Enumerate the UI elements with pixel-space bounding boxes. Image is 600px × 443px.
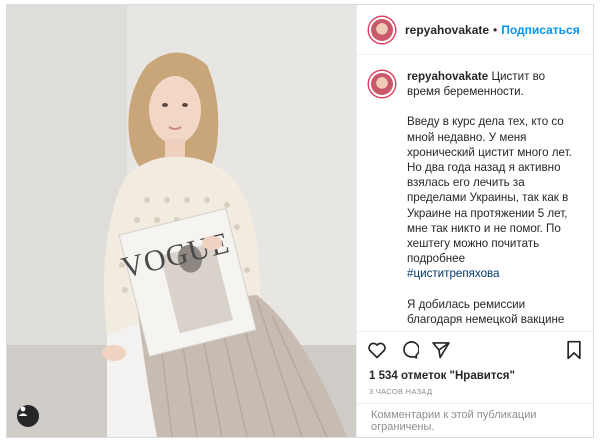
- caption-area: repyahovakate Цистит во время беременнос…: [357, 55, 593, 331]
- caption-paragraph-1: Введу в курс дела тех, кто со мной недав…: [407, 115, 572, 266]
- caption-row: repyahovakate Цистит во время беременнос…: [369, 69, 581, 331]
- comment-icon[interactable]: [399, 340, 419, 360]
- caption-avatar[interactable]: [369, 71, 395, 97]
- username-link[interactable]: repyahovakate: [405, 23, 489, 37]
- caption-username[interactable]: repyahovakate: [407, 70, 488, 83]
- post-header: repyahovakate • Подписаться: [357, 5, 593, 55]
- heart-icon[interactable]: [367, 340, 387, 360]
- comments-disabled-notice: Комментарии к этой публикации ограничены…: [357, 403, 593, 437]
- follow-button[interactable]: Подписаться: [501, 23, 579, 37]
- caption-paragraph-2: Я добилась ремиссии благодаря немецкой в…: [407, 297, 565, 331]
- photo-illustration: VOGUE: [7, 5, 356, 437]
- likes-count[interactable]: 1 534 отметок "Нравится": [357, 367, 593, 385]
- avatar[interactable]: [369, 16, 395, 43]
- share-icon[interactable]: [431, 340, 451, 360]
- separator-dot: •: [493, 22, 498, 37]
- instagram-post: VOGUE repyahovakate • Подписаться repyah…: [6, 4, 594, 438]
- action-bar: [357, 331, 593, 367]
- caption-text: repyahovakate Цистит во время беременнос…: [407, 69, 581, 331]
- post-timestamp[interactable]: 3 ЧАСОВ НАЗАД: [357, 385, 593, 403]
- post-sidebar: repyahovakate • Подписаться repyahovakat…: [356, 5, 593, 437]
- user-tag-icon[interactable]: [17, 405, 39, 427]
- bookmark-icon[interactable]: [565, 340, 583, 360]
- hashtag-link[interactable]: #циститрепяхова: [407, 267, 500, 280]
- post-photo[interactable]: VOGUE: [7, 5, 356, 437]
